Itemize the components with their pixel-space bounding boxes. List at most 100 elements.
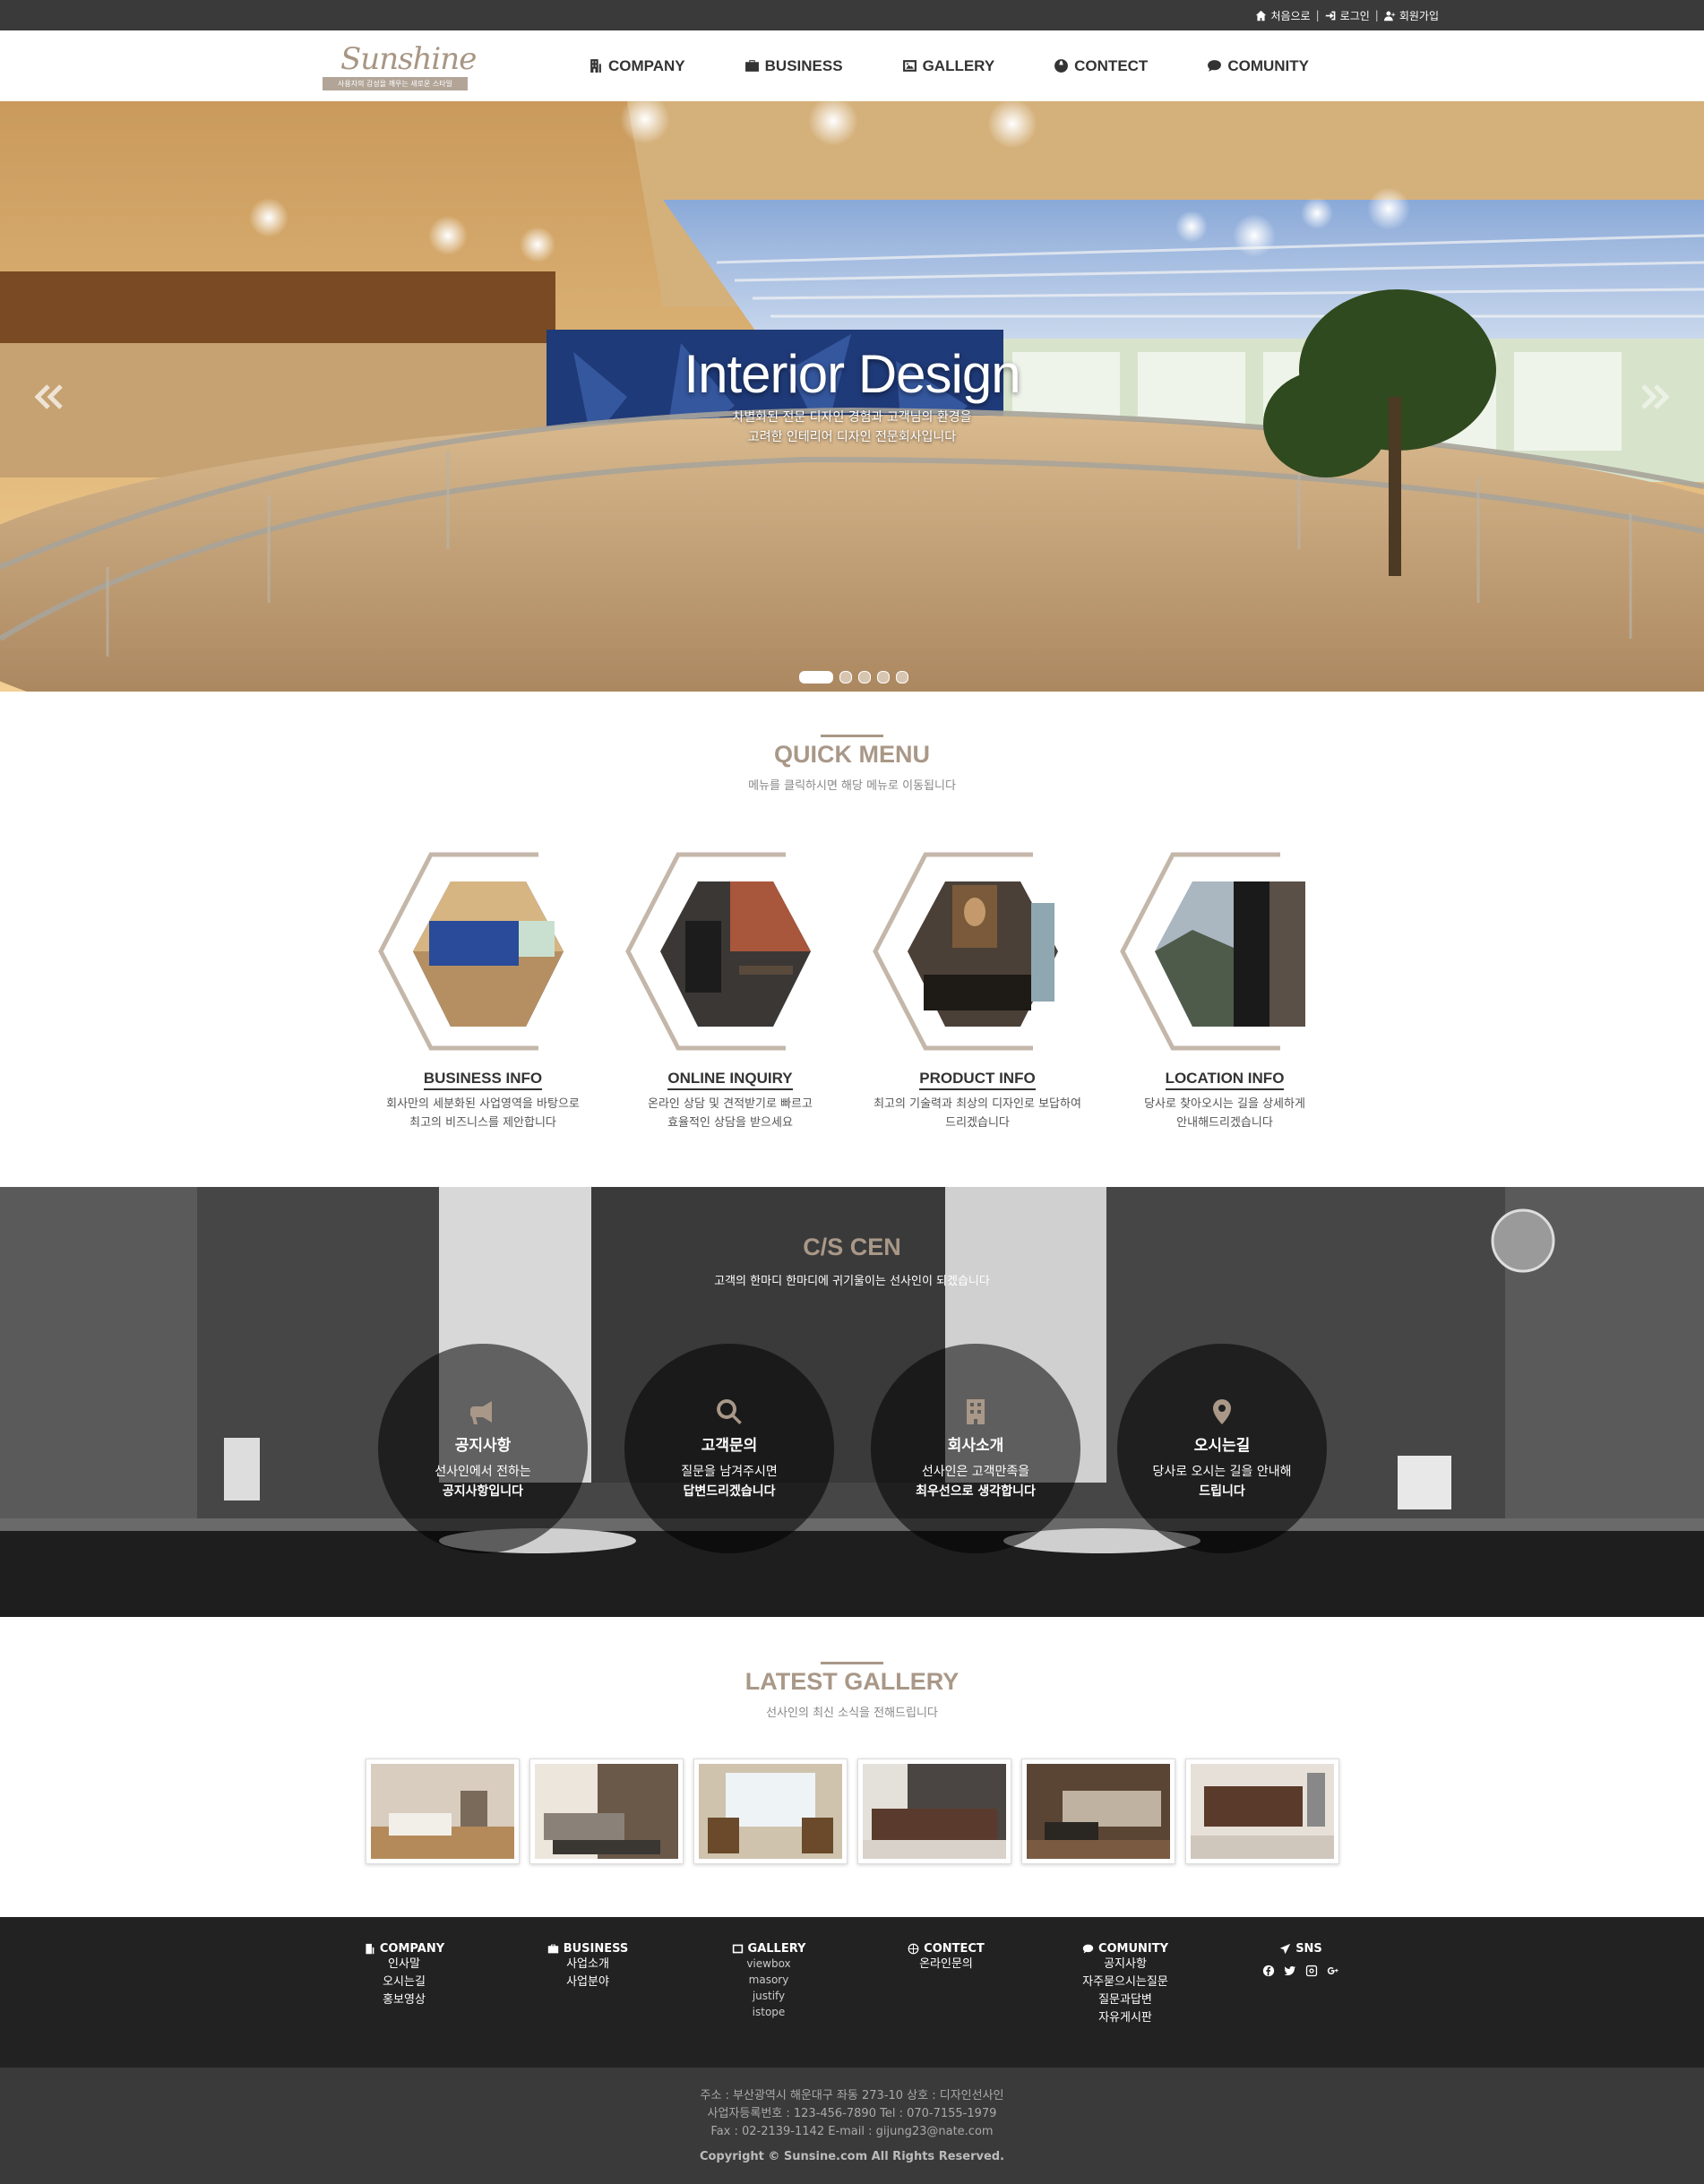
footer-link[interactable]: istope — [701, 2004, 836, 2020]
quick-menu-location-info[interactable]: LOCATION INFO 당사로 찾아오시는 길을 상세하게 안내해드리겠습니다 — [1117, 849, 1332, 1136]
sns-links — [1234, 1965, 1368, 1977]
gallery-thumb[interactable] — [1185, 1758, 1339, 1864]
quick-menu-label[interactable]: PRODUCT INFO — [919, 1070, 1036, 1090]
quick-menu-online-inquiry[interactable]: ONLINE INQUIRY 온라인 상담 및 견적받기로 빠르고 효율적인 상담… — [623, 849, 838, 1136]
site-footer: COMPANY 인사말 오시는길 홍보영상 BUSINESS 사업소개 사업분야… — [0, 1917, 1704, 2068]
prev-arrow-icon[interactable] — [27, 370, 72, 424]
gallery-thumb[interactable] — [857, 1758, 1011, 1864]
footer-link[interactable]: 질문과답변 — [1058, 1991, 1192, 2009]
megaphone-icon — [469, 1401, 492, 1424]
next-arrow-icon[interactable] — [1632, 370, 1677, 424]
footer-link[interactable]: 인사말 — [337, 1956, 471, 1973]
quick-menu-label[interactable]: LOCATION INFO — [1165, 1070, 1285, 1090]
footer-link[interactable]: 사업소개 — [521, 1956, 655, 1973]
map-marker-icon — [1213, 1399, 1231, 1424]
quick-menu-title: QUICK MENU — [774, 741, 930, 768]
desc-line2: 드리겠습니다 — [945, 1116, 1010, 1130]
latest-gallery-title: LATEST GALLERY — [744, 1668, 960, 1695]
cs-inquiry-circle[interactable]: 고객문의 질문을 남겨주시면 답변드리겠습니다 — [624, 1344, 834, 1553]
nav-company-label: COMPANY — [608, 56, 685, 74]
sign-in-icon — [1325, 11, 1336, 20]
quick-menu-label[interactable]: BUSINESS INFO — [423, 1070, 543, 1090]
footer-link[interactable]: 홍보영상 — [337, 1991, 471, 2009]
cs-item-line2: 드립니다 — [1199, 1484, 1245, 1499]
instagram-icon[interactable] — [1305, 1965, 1318, 1977]
cs-item-line2: 공지사항입니다 — [442, 1484, 524, 1499]
nav-business[interactable]: BUSINESS — [744, 57, 843, 75]
footer-link[interactable]: viewbox — [701, 1956, 836, 1972]
footer-link[interactable]: 온라인문의 — [879, 1956, 1013, 1973]
site-header: Sunshine 사용자의 감성을 깨우는 새로운 스타일 COMPANY BU… — [0, 30, 1704, 102]
nav-company[interactable]: COMPANY — [588, 57, 685, 75]
signup-link[interactable]: 회원가입 — [1383, 8, 1439, 23]
image-icon — [902, 60, 917, 72]
site-logo[interactable]: Sunshine 사용자의 감성을 깨우는 새로운 스타일 — [323, 38, 477, 93]
footer-link[interactable]: 공지사항 — [1058, 1956, 1192, 1973]
slide-dot[interactable] — [839, 671, 852, 684]
cs-item-line1: 질문을 남겨주시면 — [681, 1465, 778, 1479]
gallery-photo — [371, 1764, 514, 1859]
footer-col-gallery: GALLERY viewbox masory justify istope — [701, 1942, 836, 2020]
cs-location-circle[interactable]: 오시는길 당사로 오시는 길을 안내해 드립니다 — [1117, 1344, 1327, 1553]
cs-item-line1: 선사인은 고객만족을 — [921, 1465, 1030, 1479]
top-utility-bar: 처음으로 | 로그인 | 회원가입 — [0, 0, 1704, 30]
cs-company-circle[interactable]: 회사소개 선사인은 고객만족을 최우선으로 생각합니다 — [871, 1344, 1080, 1553]
globe-icon — [1054, 59, 1069, 73]
footer-fax: Fax : 02-2139-1142 E-mail : gijung23@nat… — [710, 2125, 994, 2138]
nav-comunity[interactable]: COMUNITY — [1207, 57, 1309, 75]
home-icon — [1256, 10, 1267, 21]
footer-link[interactable]: justify — [701, 1988, 836, 2004]
hexagon-thumbnail — [625, 852, 811, 1051]
quick-menu-desc: 회사만의 세분화된 사업영역을 바탕으로 최고의 비즈니스를 제안합니다 — [375, 1095, 590, 1132]
heading-rule — [821, 1662, 883, 1664]
slide-dot[interactable] — [799, 671, 833, 684]
gallery-photo — [535, 1764, 678, 1859]
slide-dot[interactable] — [896, 671, 908, 684]
logo-tagline: 사용자의 감성을 깨우는 새로운 스타일 — [323, 77, 468, 90]
building-icon — [967, 1399, 985, 1424]
cs-title: C/S CEN — [803, 1234, 901, 1260]
cs-item-line1: 당사로 오시는 길을 안내해 — [1152, 1465, 1292, 1479]
gallery-thumb[interactable] — [529, 1758, 684, 1864]
login-link[interactable]: 로그인 — [1325, 8, 1370, 23]
hexagon-thumbnail — [378, 852, 564, 1051]
hexagon-thumbnail — [1120, 852, 1305, 1051]
google-plus-icon[interactable] — [1327, 1965, 1339, 1977]
footer-link[interactable]: 자주묻으시는질문 — [1058, 1973, 1192, 1991]
quick-menu-label[interactable]: ONLINE INQUIRY — [667, 1070, 793, 1090]
cs-center-section: C/S CEN 고객의 한마디 한마디에 귀기울이는 선사인이 되겠습니다 공지… — [0, 1187, 1704, 1617]
quick-menu-business-info[interactable]: BUSINESS INFO 회사만의 세분화된 사업영역을 바탕으로 최고의 비즈… — [375, 849, 590, 1136]
footer-link[interactable]: masory — [701, 1972, 836, 1988]
footer-bizno: 사업자등록번호 : 123-456-7890 Tel : 070-7155-19… — [707, 2107, 997, 2120]
latest-gallery-subtitle: 선사인의 최신 소식을 전해드립니다 — [766, 1707, 938, 1720]
footer-address: 주소 : 부산광역시 해운대구 좌동 273-10 상호 : 디자인선사인 — [700, 2089, 1004, 2102]
quick-menu-product-info[interactable]: PRODUCT INFO 최고의 기술력과 최상의 디자인로 보답하여 드리겠습니… — [870, 849, 1085, 1136]
footer-copyright: Copyright © Sunsine.com All Rights Reser… — [699, 2150, 1005, 2163]
footer-link[interactable]: 사업분야 — [521, 1973, 655, 1991]
footer-col-company: COMPANY 인사말 오시는길 홍보영상 — [337, 1942, 471, 2009]
nav-contect[interactable]: CONTECT — [1054, 57, 1148, 75]
building-icon — [366, 1943, 374, 1955]
footer-link[interactable]: 오시는길 — [337, 1973, 471, 1991]
home-link[interactable]: 처음으로 — [1255, 8, 1311, 23]
gallery-thumb[interactable] — [693, 1758, 848, 1864]
send-icon — [1280, 1943, 1291, 1955]
nav-gallery[interactable]: GALLERY — [902, 57, 994, 75]
gallery-thumb[interactable] — [1021, 1758, 1175, 1864]
gallery-photo — [863, 1764, 1006, 1859]
cs-item-title: 공지사항 — [454, 1437, 512, 1455]
gallery-photo — [1191, 1764, 1334, 1859]
quick-menu-desc: 온라인 상담 및 견적받기로 빠르고 효율적인 상담을 받으세요 — [623, 1095, 838, 1132]
slide-dot[interactable] — [858, 671, 871, 684]
footer-col-business: BUSINESS 사업소개 사업분야 — [521, 1942, 655, 1991]
desc-line2: 효율적인 상담을 받으세요 — [667, 1116, 793, 1130]
utility-links: 처음으로 | 로그인 | 회원가입 — [1255, 0, 1439, 30]
twitter-icon[interactable] — [1284, 1965, 1296, 1977]
footer-link[interactable]: 자유게시판 — [1058, 2009, 1192, 2027]
footer-heading: CONTECT — [924, 1942, 985, 1956]
slide-dot[interactable] — [877, 671, 890, 684]
cs-notice-circle[interactable]: 공지사항 선사인에서 전하는 공지사항입니다 — [378, 1344, 588, 1553]
hero-subtitle-line2: 고려한 인테리어 디자인 전문회사입니다 — [747, 430, 957, 444]
facebook-icon[interactable] — [1262, 1965, 1275, 1977]
gallery-thumb[interactable] — [366, 1758, 520, 1864]
